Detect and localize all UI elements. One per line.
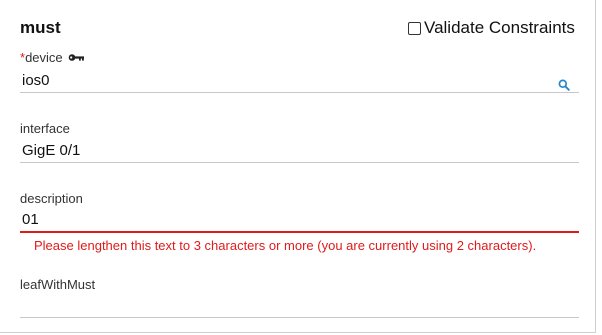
description-error-message: Please lengthen this text to 3 character… (34, 238, 537, 253)
leafwithmust-input[interactable] (20, 296, 579, 318)
device-input[interactable]: ios0 (20, 71, 579, 93)
description-input[interactable]: 01 (20, 210, 579, 233)
interface-input[interactable]: GigE 0/1 (20, 141, 579, 163)
validate-constraints-label[interactable]: Validate Constraints (424, 18, 575, 38)
device-label-text: device (25, 50, 63, 65)
description-label: description (20, 191, 83, 206)
device-label: *device (20, 50, 85, 65)
search-icon[interactable] (558, 78, 570, 96)
form-panel: must Validate Constraints *device ios0 i… (0, 0, 596, 333)
validate-constraints-toggle[interactable]: Validate Constraints (408, 18, 575, 38)
form-title: must (20, 18, 61, 37)
key-icon (68, 50, 85, 65)
interface-label: interface (20, 121, 70, 136)
validate-constraints-checkbox[interactable] (408, 21, 421, 35)
leafwithmust-label: leafWithMust (20, 277, 96, 292)
